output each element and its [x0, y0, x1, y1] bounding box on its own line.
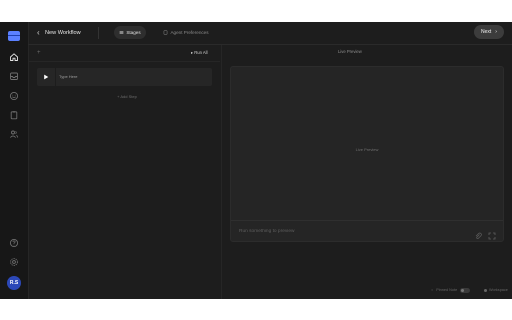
inbox-icon[interactable] — [9, 71, 19, 81]
steps-panel-header: + ▸ Run All — [28, 45, 220, 62]
expand-icon[interactable] — [488, 227, 496, 240]
status-right-label: Workspace — [489, 288, 508, 292]
next-button[interactable]: Next › — [474, 25, 504, 39]
tab-agent-preferences-label: Agent Preferences — [170, 30, 209, 35]
logo-icon — [8, 31, 20, 41]
clipboard-icon[interactable] — [9, 110, 19, 120]
smile-icon[interactable] — [9, 91, 19, 101]
list-icon — [119, 30, 124, 35]
step-card[interactable]: Type Here — [37, 68, 212, 86]
play-icon[interactable] — [37, 68, 56, 86]
panel-divider — [221, 45, 222, 299]
live-preview-panel: Live Preview — [230, 66, 504, 242]
users-icon[interactable] — [9, 129, 19, 139]
header-divider — [98, 27, 99, 39]
help-icon[interactable] — [9, 238, 19, 248]
next-button-label: Next — [481, 29, 492, 35]
preview-placeholder: Live Preview — [355, 147, 379, 152]
status-bar: ○ Pinned Note Workspace — [222, 284, 512, 296]
pin-icon: ○ — [431, 288, 434, 292]
add-icon[interactable]: + — [37, 48, 41, 58]
home-icon[interactable] — [9, 52, 19, 62]
chevron-right-icon: › — [495, 29, 497, 35]
step-input[interactable]: Type Here — [59, 72, 77, 82]
top-bar: ‹ New Workflow Stages Agent Preferences … — [28, 22, 512, 45]
pinned-note-toggle[interactable]: ○ Pinned Note — [431, 286, 471, 294]
workspace-status: Workspace — [484, 286, 508, 294]
add-step-button[interactable]: + Add Step — [113, 92, 141, 102]
toggle-switch[interactable] — [460, 287, 471, 293]
tab-agent-preferences[interactable]: Agent Preferences — [160, 26, 212, 39]
app-window: R.S ‹ New Workflow Stages Agent Preferen… — [0, 22, 512, 299]
status-dot-icon — [484, 288, 487, 292]
run-all-button[interactable]: ▸ Run All — [191, 48, 208, 58]
workflow-title: New Workflow — [45, 30, 81, 36]
run-all-label: Run All — [194, 50, 208, 55]
document-icon — [164, 30, 168, 35]
settings-icon[interactable] — [9, 257, 19, 267]
tab-stages[interactable]: Stages — [114, 26, 146, 39]
preview-input[interactable] — [239, 227, 439, 236]
tab-stages-label: Stages — [126, 30, 141, 35]
preview-input-row — [231, 220, 503, 242]
preview-title: Live Preview — [338, 49, 362, 54]
attachment-icon[interactable] — [474, 227, 482, 240]
status-left-label: Pinned Note — [436, 288, 458, 292]
sidebar: R.S — [0, 22, 29, 299]
user-avatar[interactable]: R.S — [7, 276, 21, 290]
